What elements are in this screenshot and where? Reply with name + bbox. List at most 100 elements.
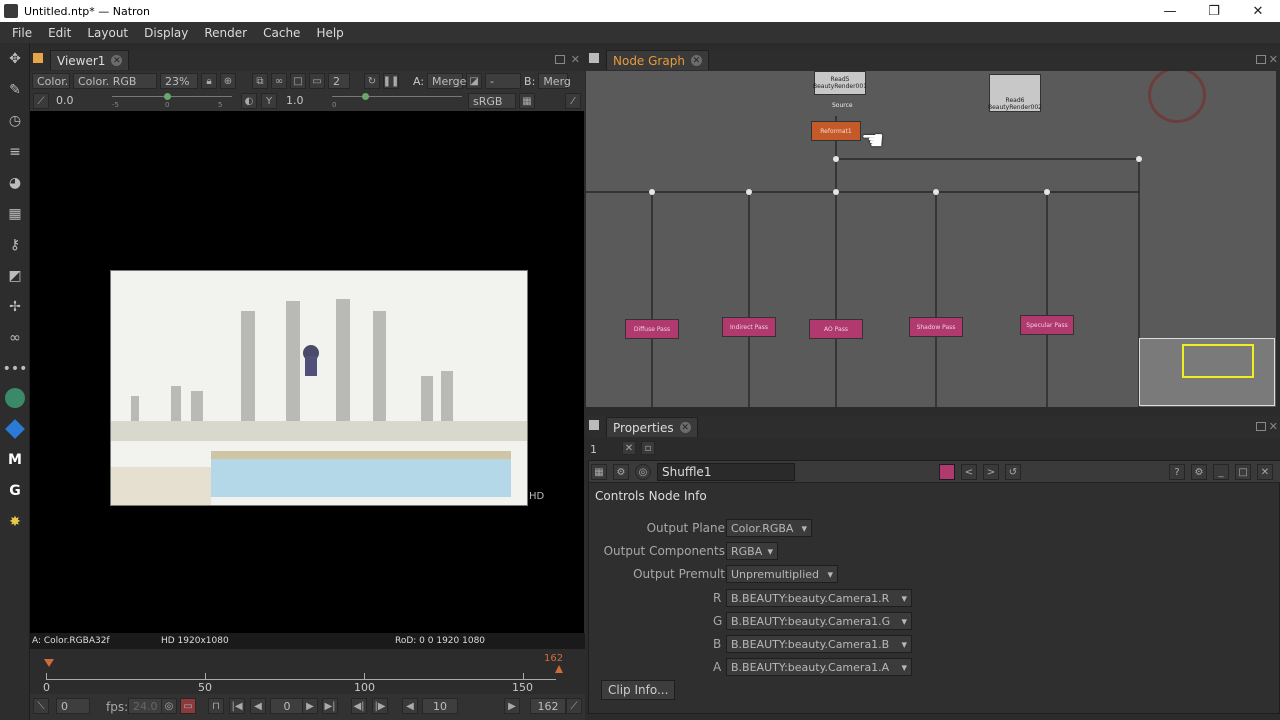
menu-help[interactable]: Help xyxy=(308,26,351,40)
checkerboard-icon[interactable]: ▦ xyxy=(519,93,535,109)
out-point-marker[interactable] xyxy=(555,665,563,673)
channel-tools-icon[interactable]: ≡ xyxy=(5,142,25,162)
gain-slider-handle[interactable] xyxy=(164,93,171,100)
node-read5[interactable]: Read5 BeautyRender001 xyxy=(813,71,867,95)
colorspace-select[interactable]: sRGB xyxy=(468,93,516,109)
float-pane-icon[interactable] xyxy=(1256,422,1266,431)
playback-lock-icon[interactable]: ⊓ xyxy=(208,698,224,714)
clip-to-project-icon[interactable]: ⧉ xyxy=(252,73,268,89)
gain-icon[interactable]: ⟋ xyxy=(33,93,49,109)
input-a-select[interactable]: Merge xyxy=(427,73,466,89)
refresh-icon[interactable]: ↻ xyxy=(364,73,380,89)
composite-op-select[interactable]: - xyxy=(485,73,522,89)
gamma-slider-handle[interactable] xyxy=(362,93,369,100)
misc-m-icon[interactable]: M xyxy=(5,450,25,470)
zoom-select[interactable]: 23% xyxy=(160,73,198,89)
gamma-value[interactable]: 1.0 xyxy=(286,94,304,107)
node-name-field[interactable]: Shuffle1 xyxy=(657,463,795,481)
menu-edit[interactable]: Edit xyxy=(40,26,79,40)
prev-increment-icon[interactable]: ◀ xyxy=(402,698,418,714)
node-diffuse-pass[interactable]: Diffuse Pass xyxy=(625,319,679,339)
restore-button[interactable]: ❐ xyxy=(1192,0,1236,22)
redo-icon[interactable]: > xyxy=(983,464,999,480)
proxy-level-select[interactable]: 2 xyxy=(328,73,350,89)
float-pane-icon[interactable] xyxy=(1256,55,1266,64)
layer-select[interactable]: Color. xyxy=(32,73,70,89)
subtab-info[interactable]: Info xyxy=(682,489,709,503)
paint-tools-icon[interactable]: ✎ xyxy=(5,80,25,100)
node-ao-pass[interactable]: AO Pass xyxy=(809,319,863,339)
tab-node-graph[interactable]: Node Graph ✕ xyxy=(606,50,709,70)
timeline[interactable]: 0 50 100 150 162 xyxy=(30,649,585,694)
channel-b-select[interactable]: B.BEAUTY:beauty.Camera1.B ▾ xyxy=(726,635,912,653)
help-icon[interactable]: ? xyxy=(1169,464,1185,480)
next-keyframe-icon[interactable]: |▶ xyxy=(372,698,388,714)
undo-icon[interactable]: < xyxy=(961,464,977,480)
next-increment-icon[interactable]: ▶ xyxy=(504,698,520,714)
gain-value[interactable]: 0.0 xyxy=(56,94,74,107)
center-node-icon[interactable]: ⚙ xyxy=(613,464,629,480)
gear-icon[interactable]: ⚙ xyxy=(1191,464,1207,480)
node-read6[interactable]: Read6 BeautyRender002 xyxy=(988,74,1042,112)
extra-tools-icon[interactable]: ✸ xyxy=(5,512,25,532)
close-pane-icon[interactable]: ✕ xyxy=(571,53,580,66)
node-indirect-pass[interactable]: Indirect Pass xyxy=(722,317,776,337)
transform-tools-icon[interactable]: ✢ xyxy=(5,297,25,317)
close-panel-icon[interactable]: ✕ xyxy=(1257,464,1273,480)
center-icon[interactable]: ⊕ xyxy=(220,73,236,89)
node-shadow-pass[interactable]: Shadow Pass xyxy=(909,317,963,337)
color-picker-icon[interactable]: ⁄ xyxy=(565,93,581,109)
output-premult-select[interactable]: Unpremultiplied ▾ xyxy=(726,565,838,583)
close-pane-icon[interactable]: ✕ xyxy=(1269,420,1278,433)
channel-display-select[interactable]: Color. RGB xyxy=(73,73,157,89)
float-pane-icon[interactable] xyxy=(555,55,565,64)
wipe-mode-icon[interactable]: ◪ xyxy=(466,73,483,89)
full-frame-icon[interactable]: ∞ xyxy=(271,73,287,89)
menu-render[interactable]: Render xyxy=(196,26,255,40)
set-out-point-icon[interactable]: ⟋ xyxy=(566,698,582,714)
image-tools-icon[interactable]: ✥ xyxy=(5,49,25,69)
gain-slider[interactable] xyxy=(112,96,232,97)
playhead-marker[interactable] xyxy=(44,659,54,667)
subtab-controls[interactable]: Controls xyxy=(593,489,647,503)
pane-menu-icon[interactable] xyxy=(589,53,599,63)
fps-field[interactable]: 24.0 xyxy=(128,698,162,714)
node-color-swatch[interactable] xyxy=(939,464,955,480)
clear-panels-icon[interactable]: ✕ xyxy=(622,441,636,455)
minimize-panels-icon[interactable]: ▫ xyxy=(641,441,655,455)
play-forward-icon[interactable]: ▶ xyxy=(302,698,318,714)
node-graph-navigator[interactable] xyxy=(1139,338,1275,406)
gmic-tools-icon[interactable] xyxy=(5,388,25,408)
close-tab-icon[interactable]: ✕ xyxy=(679,422,691,433)
channel-a-select[interactable]: B.BEAUTY:beauty.Camera1.A ▾ xyxy=(726,658,912,676)
views-tools-icon[interactable]: ∞ xyxy=(5,328,25,348)
navigator-viewport-box[interactable] xyxy=(1182,344,1254,378)
subtab-node[interactable]: Node xyxy=(647,489,682,503)
max-panels-field[interactable]: 1 xyxy=(590,443,597,456)
close-pane-icon[interactable]: ✕ xyxy=(1269,53,1278,66)
frame-increment-field[interactable]: 10 xyxy=(422,698,458,714)
pane-menu-icon[interactable] xyxy=(589,420,599,430)
play-backward-icon[interactable]: ◀ xyxy=(250,698,266,714)
menu-cache[interactable]: Cache xyxy=(255,26,308,40)
minimize-button[interactable]: — xyxy=(1148,0,1192,22)
help-node-icon[interactable]: ◎ xyxy=(635,464,651,480)
lock-icon[interactable]: 🔒︎ xyxy=(201,73,217,89)
set-in-point-icon[interactable]: ⟍ xyxy=(33,698,49,714)
merge-tools-icon[interactable]: ◩ xyxy=(5,266,25,286)
node-specular-pass[interactable]: Specular Pass xyxy=(1020,315,1074,335)
other-tools-icon[interactable]: ••• xyxy=(3,359,28,379)
filter-tools-icon[interactable]: ▦ xyxy=(5,204,25,224)
close-window-button[interactable]: ✕ xyxy=(1236,0,1280,22)
misc-g-icon[interactable]: G xyxy=(5,481,25,501)
current-frame-field[interactable]: 0 xyxy=(56,698,90,714)
channel-g-select[interactable]: B.BEAUTY:beauty.Camera1.G ▾ xyxy=(726,612,912,630)
first-frame-icon[interactable]: |◀ xyxy=(229,698,245,714)
keyer-tools-icon[interactable]: ⚷ xyxy=(5,235,25,255)
input-b-select[interactable]: Merg xyxy=(538,73,571,89)
gamma-slider[interactable] xyxy=(332,96,462,97)
color-tools-icon[interactable]: ◕ xyxy=(5,173,25,193)
restore-defaults-icon[interactable]: ↺ xyxy=(1005,464,1021,480)
prev-keyframe-icon[interactable]: ◀| xyxy=(351,698,367,714)
frame-field[interactable]: 0 xyxy=(270,698,304,714)
